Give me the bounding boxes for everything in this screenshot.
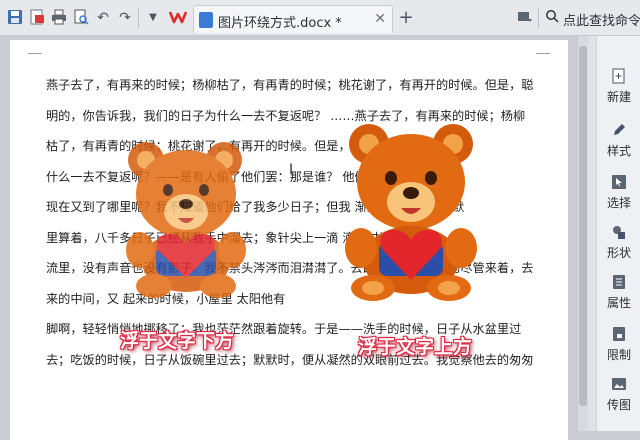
sidebar-item-label: 新建: [606, 90, 631, 104]
image-icon: [610, 376, 628, 394]
sidebar-item-upload-image[interactable]: 传图: [597, 370, 640, 420]
sidebar-item-label: 形状: [606, 246, 631, 260]
export-pdf-icon[interactable]: [28, 9, 46, 27]
sidebar-item-label: 样式: [606, 144, 631, 158]
sidebar-item-label: 选择: [606, 196, 631, 210]
document-file-icon: [199, 12, 213, 28]
sidebar-divider: [588, 36, 596, 431]
document-tab-title: 图片环绕方式.docx *: [218, 16, 342, 31]
wps-logo-icon[interactable]: [168, 9, 188, 27]
chevron-down-icon[interactable]: ▼: [144, 9, 162, 27]
save-icon[interactable]: [6, 9, 24, 27]
toolbar-divider: [138, 8, 139, 28]
page-margin-marker: [536, 40, 550, 54]
sidebar-item-properties[interactable]: 属性: [597, 268, 640, 318]
document-tab[interactable]: 图片环绕方式.docx * ✕: [193, 5, 393, 33]
redo-icon[interactable]: ↷: [116, 9, 134, 27]
sidebar-item-label: 传图: [606, 398, 631, 412]
right-task-pane: 新建 样式 选择 形状 属性 限制 传图: [596, 36, 640, 431]
search-icon[interactable]: [543, 9, 561, 27]
sidebar-item-label: 属性: [606, 296, 631, 310]
sidebar-item-shapes[interactable]: 形状: [597, 218, 640, 268]
top-toolbar: ↶ ↷ ▼ 图片环绕方式.docx * ✕ + 点此查找命令: [0, 0, 640, 36]
sidebar-item-new[interactable]: 新建: [597, 62, 640, 112]
window-layout-icon[interactable]: [516, 9, 534, 27]
command-search-label[interactable]: 点此查找命令: [563, 10, 640, 29]
print-icon[interactable]: [50, 9, 68, 27]
caption-behind-text[interactable]: 浮于文字下方: [120, 326, 234, 353]
sidebar-item-select[interactable]: 选择: [597, 168, 640, 218]
lock-icon: [610, 326, 628, 344]
caption-in-front-of-text[interactable]: 浮于文字上方: [358, 332, 472, 359]
sidebar-item-label: 限制: [606, 348, 631, 362]
print-preview-icon[interactable]: [72, 9, 90, 27]
text-line: 燕子去了，有再来的时候；杨柳枯了，有再青的时候；桃花谢了，有再开的时候。但是，聪: [46, 78, 534, 92]
cursor-icon: [610, 174, 628, 192]
scrollbar-thumb[interactable]: [579, 46, 587, 406]
bear-image-behind-text[interactable]: [110, 138, 262, 298]
new-tab-icon[interactable]: +: [397, 9, 415, 27]
bear-image-in-front-of-text[interactable]: [335, 120, 487, 302]
document-canvas: 燕子去了，有再来的时候；杨柳枯了，有再青的时候；桃花谢了，有再开的时候。但是，聪…: [0, 36, 578, 440]
sidebar-item-restrict[interactable]: 限制: [597, 320, 640, 370]
text-cursor-icon: I: [289, 162, 294, 178]
sidebar-item-style[interactable]: 样式: [597, 116, 640, 166]
shapes-icon: [610, 224, 628, 242]
plus-icon: [610, 68, 628, 86]
vertical-scrollbar[interactable]: [578, 36, 588, 431]
page-margin-marker: [28, 40, 42, 54]
close-tab-icon[interactable]: ✕: [374, 11, 386, 27]
undo-icon[interactable]: ↶: [94, 9, 112, 27]
pen-icon: [610, 122, 628, 140]
toolbar-divider: [538, 8, 539, 28]
properties-icon: [610, 274, 628, 292]
